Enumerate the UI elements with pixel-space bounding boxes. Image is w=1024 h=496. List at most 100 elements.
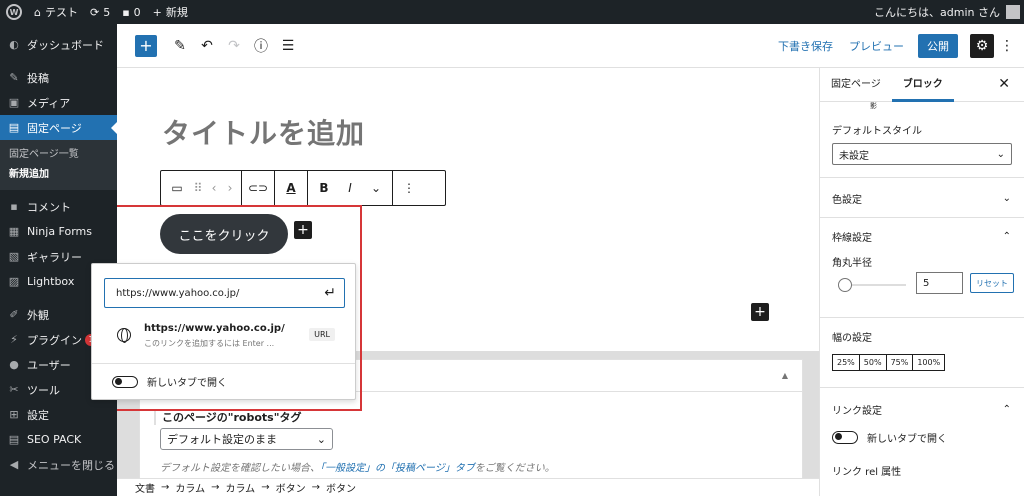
text-color-icon: A	[286, 181, 296, 195]
updates-menu[interactable]: ⟳ 5	[84, 0, 116, 24]
link-icon: ⊂⊃	[247, 181, 269, 195]
new-tab-toggle[interactable]	[112, 375, 138, 388]
link-settings-panel: リンク設定 ⌃ 新しいタブで開く リンク rel 属性	[820, 388, 1024, 496]
color-settings-panel[interactable]: 色設定 ⌄	[820, 178, 1024, 218]
sidebar-item-ninja-forms[interactable]: ▦ Ninja Forms	[0, 219, 117, 244]
settings-toggle-button[interactable]: ⚙	[970, 33, 994, 58]
sidebar-item-posts[interactable]: ✎ 投稿	[0, 65, 117, 90]
radius-input[interactable]: 5	[916, 272, 963, 294]
publish-button[interactable]: 公開	[918, 33, 958, 58]
details-button[interactable]: ⓘ	[250, 35, 272, 57]
chevron-down-icon: ⌄	[1002, 192, 1011, 204]
tab-block[interactable]: ブロック	[891, 68, 954, 102]
more-options-button[interactable]: ⋮	[1000, 38, 1014, 54]
pages-submenu: 固定ページ一覧 新規追加	[0, 140, 117, 190]
admin-bar: W ⌂ テスト ⟳ 5 ▪ 0 + 新規 こんにちは、admin さん	[0, 0, 1024, 24]
width-75-button[interactable]: 75%	[885, 354, 914, 371]
width-25-button[interactable]: 25%	[832, 354, 860, 371]
move-left-button[interactable]: ‹	[207, 176, 221, 200]
note-prefix: デフォルト設定を確認したい場合、	[160, 463, 320, 474]
divider	[92, 363, 355, 364]
radius-slider-thumb[interactable]	[838, 278, 852, 292]
new-tab-toggle-row: 新しいタブで開く	[112, 374, 227, 389]
list-view-button[interactable]: ☰	[277, 35, 299, 57]
sidebar-item-settings[interactable]: ⊞ 設定	[0, 402, 117, 427]
tools-button[interactable]: ✎	[169, 35, 191, 57]
new-content-menu[interactable]: + 新規	[147, 0, 194, 24]
border-settings-header[interactable]: 枠線設定 ⌃	[820, 218, 1024, 254]
italic-button[interactable]: I	[338, 176, 362, 200]
block-toolbar: ▭ ⠿ ‹ › ⊂⊃ A B I ⌄ ⋮	[160, 170, 446, 206]
width-50-button[interactable]: 50%	[858, 354, 887, 371]
sidebar-item-label: メニューを閉じる	[27, 458, 115, 472]
sidebar-item-label: メディア	[27, 96, 71, 110]
account-menu[interactable]: こんにちは、admin さん	[874, 4, 1024, 20]
comments-menu[interactable]: ▪ 0	[116, 0, 146, 24]
preview-button[interactable]: プレビュー	[841, 38, 912, 54]
sidebar-item-dashboard[interactable]: ◐ ダッシュボード	[0, 32, 117, 57]
default-style-select[interactable]: 未設定 ⌄	[832, 143, 1012, 165]
block-type-button[interactable]: ▭	[165, 176, 189, 200]
more-formats-button[interactable]: ⌄	[364, 176, 388, 200]
default-style-label: デフォルトスタイル	[832, 126, 922, 137]
admin-sidebar: ◐ ダッシュボード ✎ 投稿 ▣ メディア ▤ 固定ページ 固定ページ一覧 新規…	[0, 24, 117, 496]
width-settings-title: 幅の設定	[832, 332, 872, 344]
post-title-input[interactable]: タイトルを追加	[162, 112, 365, 152]
color-settings-header[interactable]: 色設定 ⌄	[820, 178, 1024, 218]
submenu-all-pages[interactable]: 固定ページ一覧	[0, 145, 117, 165]
redo-button[interactable]: ↷	[223, 35, 245, 57]
border-settings-title: 枠線設定	[832, 232, 872, 244]
button-block[interactable]: ここをクリック	[160, 214, 288, 254]
link-button[interactable]: ⊂⊃	[246, 176, 270, 200]
new-tab-label: 新しいタブで開く	[147, 378, 227, 389]
sidebar-item-media[interactable]: ▣ メディア	[0, 90, 117, 115]
triangle-up-icon: ▲	[781, 371, 788, 380]
link-suggestion[interactable]: https://www.yahoo.co.jp/ このリンクを追加するには En…	[104, 320, 345, 354]
avatar	[1006, 5, 1020, 19]
submenu-add-new[interactable]: 新規追加	[0, 165, 117, 185]
comment-icon: ▪	[10, 200, 18, 213]
wp-logo-menu[interactable]: W	[0, 0, 28, 24]
bold-button[interactable]: B	[312, 176, 336, 200]
sidebar-item-label: Ninja Forms	[27, 225, 92, 238]
sidebar-item-label: 投稿	[27, 71, 49, 85]
append-block-button[interactable]: +	[751, 303, 769, 321]
dashboard-icon: ◐	[9, 38, 19, 51]
radius-slider-track[interactable]	[844, 284, 906, 286]
border-settings-panel: 枠線設定 ⌃ 角丸半径 5 リセット	[820, 218, 1024, 318]
robots-select[interactable]: デフォルト設定のまま ⌄	[160, 428, 333, 450]
breadcrumb-item[interactable]: ボタン	[326, 480, 356, 495]
tab-page[interactable]: 固定ページ	[820, 68, 892, 102]
block-options-button[interactable]: ⋮	[397, 176, 421, 200]
breadcrumb-item[interactable]: ボタン	[276, 480, 306, 495]
link-new-tab-toggle[interactable]	[832, 431, 858, 444]
sidebar-item-comments[interactable]: ▪ コメント	[0, 194, 117, 219]
sidebar-item-label: SEO PACK	[27, 433, 82, 446]
width-100-button[interactable]: 100%	[912, 354, 946, 371]
link-url-input[interactable]: https://www.yahoo.co.jp/ ↵	[104, 278, 345, 308]
general-settings-link[interactable]: 「一般設定」の「投稿ページ」タブ	[320, 463, 475, 474]
drag-handle[interactable]: ⠿	[191, 176, 205, 200]
submit-link-button[interactable]: ↵	[324, 285, 336, 301]
enter-icon: ↵	[324, 285, 336, 301]
block-inserter-button[interactable]: +	[135, 34, 157, 57]
breadcrumb-item[interactable]: 文書	[135, 480, 155, 495]
more-vertical-icon: ⋮	[1000, 37, 1014, 54]
link-new-tab-row: 新しいタブで開く	[832, 430, 1024, 445]
breadcrumb-item[interactable]: カラム	[225, 480, 255, 495]
close-settings-button[interactable]: ✕	[998, 76, 1010, 92]
breadcrumb-item[interactable]: カラム	[175, 480, 205, 495]
link-settings-header[interactable]: リンク設定 ⌃	[820, 388, 1024, 430]
sidebar-item-seo-pack[interactable]: ▤ SEO PACK	[0, 427, 117, 452]
pen-icon: ✎	[174, 37, 186, 54]
text-color-button[interactable]: A	[279, 176, 303, 200]
collapse-menu-button[interactable]: ◀ メニューを閉じる	[0, 452, 117, 477]
save-draft-button[interactable]: 下書き保存	[770, 38, 841, 54]
append-block-button[interactable]: +	[294, 221, 312, 239]
site-name-menu[interactable]: ⌂ テスト	[28, 0, 84, 24]
sidebar-item-pages[interactable]: ▤ 固定ページ	[0, 115, 117, 140]
media-icon: ▣	[8, 96, 20, 109]
move-right-button[interactable]: ›	[223, 176, 237, 200]
undo-button[interactable]: ↶	[196, 35, 218, 57]
radius-reset-button[interactable]: リセット	[970, 273, 1014, 293]
